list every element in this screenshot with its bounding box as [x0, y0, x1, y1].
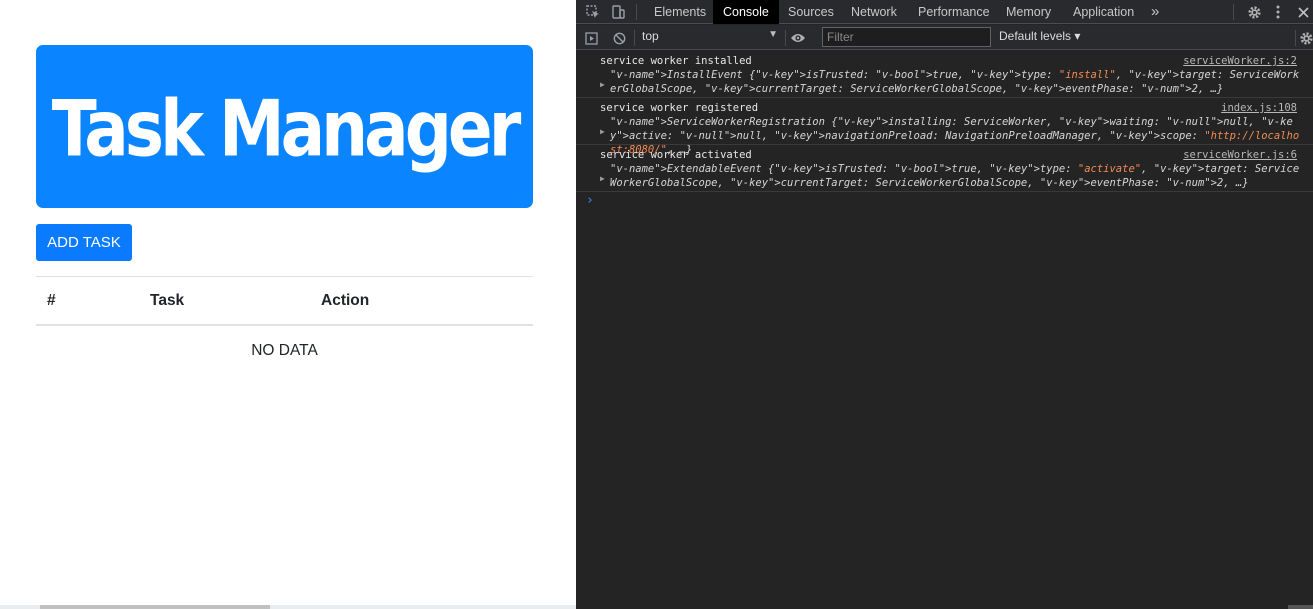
close-devtools-icon[interactable] — [1295, 2, 1311, 22]
console-message-text: service worker activated — [600, 149, 752, 161]
console-prompt[interactable]: › — [586, 193, 594, 208]
console-message-source-link[interactable]: serviceWorker.js:6 — [1183, 148, 1297, 162]
column-header-task: Task — [150, 292, 185, 309]
toolbar-divider — [634, 30, 635, 46]
tab-bar-divider-right — [1233, 4, 1234, 20]
live-expression-eye-icon[interactable] — [789, 28, 807, 48]
console-object-preview[interactable]: "v-name">InstallEvent {"v-key">isTrusted… — [610, 68, 1300, 96]
tab-memory[interactable]: Memory — [996, 0, 1061, 24]
devtools-tab-bar: Elements Console Sources Network Perform… — [576, 0, 1313, 24]
console-message: service worker activated serviceWorker.j… — [576, 145, 1313, 192]
column-header-action: Action — [321, 292, 370, 309]
table-top-border — [36, 276, 533, 277]
context-selector[interactable]: top ▼ — [642, 29, 778, 46]
console-output: service worker installed serviceWorker.j… — [576, 51, 1313, 609]
tab-elements[interactable]: Elements — [644, 0, 716, 24]
tab-application[interactable]: Application — [1063, 0, 1144, 24]
expand-triangle-icon[interactable]: ▶ — [600, 78, 605, 92]
context-selector-value: top — [642, 29, 659, 43]
tab-network[interactable]: Network — [841, 0, 907, 24]
kebab-menu-icon[interactable] — [1272, 2, 1284, 22]
tab-bar-divider — [636, 4, 637, 20]
column-header-number: # — [47, 292, 56, 309]
show-sidebar-icon[interactable] — [583, 28, 599, 48]
clear-console-icon[interactable] — [611, 28, 627, 48]
more-tabs-chevron-icon[interactable]: » — [1141, 0, 1169, 24]
console-filter-input[interactable] — [822, 27, 991, 47]
toolbar-divider — [785, 30, 786, 46]
console-message: service worker registered index.js:108 ▶… — [576, 98, 1313, 156]
console-message-source-link[interactable]: serviceWorker.js:2 — [1183, 54, 1297, 68]
console-message-text: service worker registered — [600, 102, 759, 114]
expand-triangle-icon[interactable]: ▶ — [600, 125, 605, 139]
table-header-border — [36, 324, 533, 326]
page-title: Task Manager — [51, 82, 522, 174]
horizontal-scrollbar-thumb[interactable] — [40, 605, 270, 609]
console-toolbar: top ▼ Default levels ▾ — [576, 25, 1313, 50]
console-message-text: service worker installed — [600, 55, 752, 67]
title-banner: Task Manager — [36, 45, 533, 208]
inspect-element-icon[interactable] — [584, 2, 602, 22]
console-object-preview[interactable]: "v-name">ExtendableEvent {"v-key">isTrus… — [610, 162, 1300, 190]
console-settings-gear-icon[interactable] — [1298, 28, 1313, 48]
tab-sources[interactable]: Sources — [778, 0, 844, 24]
toolbar-divider — [1295, 30, 1296, 46]
settings-gear-icon[interactable] — [1245, 2, 1263, 22]
add-task-button[interactable]: ADD TASK — [36, 224, 132, 261]
log-levels-dropdown[interactable]: Default levels ▾ — [999, 29, 1080, 43]
expand-triangle-icon[interactable]: ▶ — [600, 172, 605, 186]
devtools-scrollbar-thumb[interactable] — [1288, 605, 1313, 609]
tab-console[interactable]: Console — [713, 0, 779, 24]
chevron-down-icon: ▼ — [768, 29, 778, 40]
device-toolbar-icon[interactable] — [609, 2, 627, 22]
tab-performance[interactable]: Performance — [908, 0, 1000, 24]
console-message: service worker installed serviceWorker.j… — [576, 51, 1313, 98]
app-page: Task Manager ADD TASK # Task Action NO D… — [0, 0, 576, 609]
empty-state-text: NO DATA — [251, 342, 318, 359]
devtools-panel: Elements Console Sources Network Perform… — [576, 0, 1313, 609]
console-message-source-link[interactable]: index.js:108 — [1221, 101, 1297, 115]
